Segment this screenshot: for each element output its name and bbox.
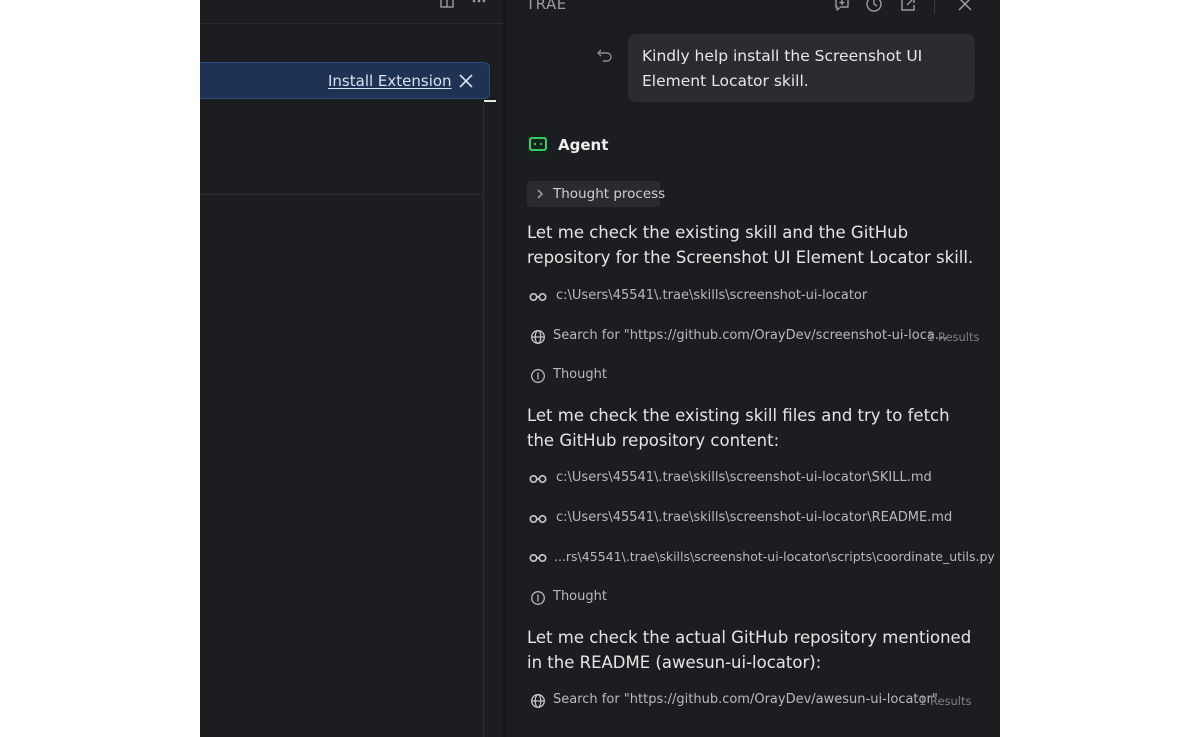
agent-name: Agent [558,136,609,154]
web-search-step[interactable]: Search for "https://github.com/OrayDev/a… [527,690,977,712]
file-path: c:\Users\45541\.trae\skills\screenshot-u… [556,470,932,485]
file-path: c:\Users\45541\.trae\skills\screenshot-u… [556,288,868,303]
thought-step[interactable]: Thought [527,587,977,609]
search-query: Search for "https://github.com/OrayDev/s… [553,328,948,343]
user-message-bubble: Kindly help install the Screenshot UI El… [628,34,975,102]
thought-label: Thought [553,367,607,382]
chat-panel: TRAE Kindly help install the Screenshot … [507,0,1000,737]
divider [200,194,483,195]
search-query: Search for "https://github.com/OrayDev/a… [553,692,938,707]
scroll-indicator [484,100,496,102]
agent-message: Let me check the existing skill files an… [527,406,950,450]
header-divider [934,0,935,14]
editor-tab-bar [200,0,503,24]
web-search-step[interactable]: Search for "https://github.com/OrayDev/s… [527,326,980,348]
thought-process-toggle[interactable]: Thought process [527,181,665,207]
agent-message: Let me check the actual GitHub repositor… [527,628,972,672]
glasses-icon [529,515,547,524]
close-panel-icon[interactable] [956,0,974,13]
close-icon[interactable] [458,73,474,89]
globe-icon [531,694,545,708]
thought-process-label: Thought process [553,186,666,202]
read-file-step[interactable]: c:\Users\45541\.trae\skills\screenshot-u… [527,286,977,308]
editor-pane: Install Extension [200,0,503,737]
chevron-right-icon [537,189,543,199]
glasses-icon [529,475,547,484]
split-editor-icon[interactable] [440,0,454,8]
read-file-step[interactable]: c:\Users\45541\.trae\skills\screenshot-u… [527,508,977,530]
thought-label: Thought [553,589,607,604]
agent-avatar-icon [526,133,550,157]
search-results-count: 1 Results [919,694,972,708]
history-icon[interactable] [865,0,883,13]
minimap-border [483,103,484,737]
file-path: c:\Users\45541\.trae\skills\screenshot-u… [556,510,953,525]
chat-title: TRAE [526,0,567,13]
more-actions-icon[interactable] [472,0,486,8]
glasses-icon [529,293,547,302]
thought-icon [531,369,545,383]
search-results-count: 1 Results [927,330,980,344]
new-chat-icon[interactable] [833,0,851,13]
install-extension-link[interactable]: Install Extension [328,72,452,90]
extension-banner: Install Extension [200,62,490,99]
app-window: Install Extension TRAE Kindly help insta… [200,0,1000,737]
read-file-step[interactable]: c:\Users\45541\.trae\skills\screenshot-u… [527,468,977,490]
glasses-icon [529,554,547,563]
file-path: ...rs\45541\.trae\skills\screenshot-ui-l… [554,549,995,564]
globe-icon [531,330,545,344]
undo-icon[interactable] [596,46,614,64]
open-external-icon[interactable] [899,0,917,13]
thought-icon [531,591,545,605]
read-file-step[interactable]: ...rs\45541\.trae\skills\screenshot-ui-l… [527,547,995,569]
thought-step[interactable]: Thought [527,365,977,387]
agent-message: Let me check the existing skill and the … [527,223,974,267]
